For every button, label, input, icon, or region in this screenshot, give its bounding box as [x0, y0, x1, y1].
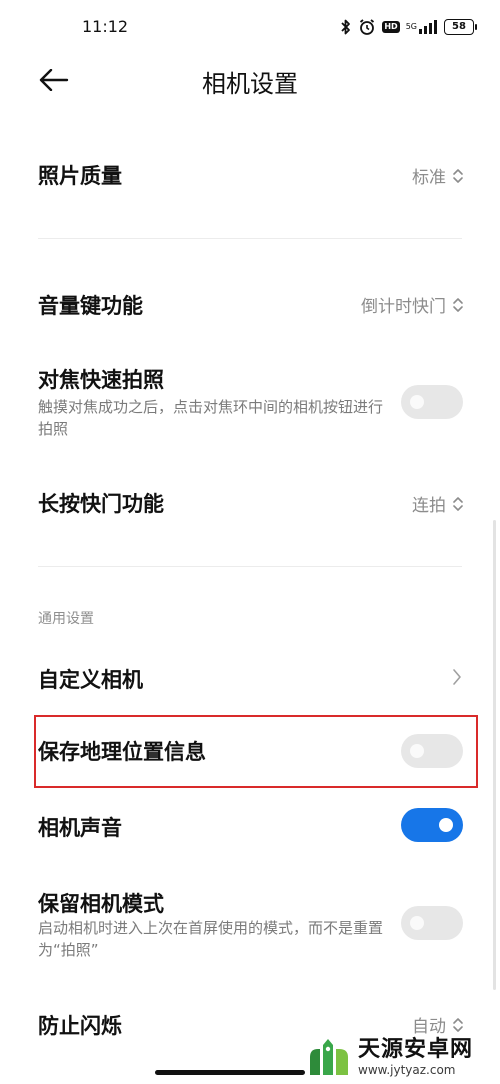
- status-icons: HD 5G 58: [340, 16, 477, 38]
- photo-quality-label: 照片质量: [38, 164, 122, 188]
- setting-keep-mode[interactable]: 保留相机模式 启动相机时进入上次在首屏使用的模式，而不是重置为“拍照”: [0, 884, 500, 974]
- focus-shoot-label: 对焦快速拍照: [38, 368, 164, 392]
- setting-long-press[interactable]: 长按快门功能 连拍: [0, 475, 500, 529]
- photo-quality-value[interactable]: 标准: [412, 163, 464, 188]
- home-indicator[interactable]: [155, 1070, 305, 1075]
- updown-chevron-icon: [452, 495, 464, 513]
- bluetooth-icon: [340, 16, 352, 38]
- keep-mode-toggle[interactable]: [401, 906, 463, 940]
- watermark-text: 天源安卓网 www.jytyaz.com: [358, 1037, 473, 1077]
- camera-sound-label: 相机声音: [38, 816, 122, 840]
- header: 相机设置: [0, 56, 500, 104]
- divider: [38, 566, 462, 567]
- section-title-general: 通用设置: [38, 611, 94, 627]
- keep-mode-label: 保留相机模式: [38, 892, 164, 916]
- updown-chevron-icon: [452, 167, 464, 185]
- status-bar: 11:12 HD 5G 58: [0, 0, 500, 56]
- network-type: 5G: [405, 22, 417, 31]
- toggle-knob: [410, 916, 424, 930]
- long-press-label: 长按快门功能: [38, 492, 164, 516]
- watermark-url: www.jytyaz.com: [358, 1063, 456, 1077]
- battery-icon: 58: [444, 16, 477, 38]
- toggle-knob: [439, 818, 453, 832]
- volume-key-value[interactable]: 倒计时快门: [361, 292, 464, 317]
- camera-settings-screen: 11:12 HD 5G 58 相机设置 照片质量 标准 音量键功能 倒计时快门 …: [0, 0, 500, 1084]
- volume-key-label: 音量键功能: [38, 294, 143, 318]
- long-press-value-text: 连拍: [412, 496, 446, 516]
- setting-photo-quality[interactable]: 照片质量 标准: [0, 148, 500, 202]
- watermark: 天源安卓网 www.jytyaz.com: [306, 1030, 500, 1084]
- setting-focus-shoot[interactable]: 对焦快速拍照 触摸对焦成功之后，点击对焦环中间的相机按钮进行拍照: [0, 360, 500, 450]
- setting-camera-sound[interactable]: 相机声音: [0, 800, 500, 854]
- keep-mode-desc: 启动相机时进入上次在首屏使用的模式，而不是重置为“拍照”: [38, 919, 384, 959]
- custom-camera-label: 自定义相机: [38, 668, 143, 692]
- alarm-icon: [358, 16, 376, 38]
- signal-icon: 5G: [406, 16, 438, 38]
- toggle-knob: [410, 395, 424, 409]
- battery-level: 58: [444, 19, 477, 35]
- updown-chevron-icon: [452, 296, 464, 314]
- divider: [38, 238, 462, 239]
- setting-volume-key[interactable]: 音量键功能 倒计时快门: [0, 276, 500, 330]
- watermark-name: 天源安卓网: [358, 1037, 474, 1062]
- photo-quality-value-text: 标准: [412, 168, 446, 188]
- highlight-box: [34, 715, 478, 788]
- long-press-value[interactable]: 连拍: [412, 491, 464, 516]
- anti-flicker-label: 防止闪烁: [38, 1014, 122, 1038]
- focus-shoot-desc: 触摸对焦成功之后，点击对焦环中间的相机按钮进行拍照: [38, 398, 384, 438]
- chevron-right-icon: [452, 668, 462, 686]
- scroll-indicator: [493, 520, 496, 990]
- volume-key-value-text: 倒计时快门: [361, 297, 446, 317]
- android-logo-icon: [306, 1035, 352, 1079]
- status-time: 11:12: [82, 17, 129, 36]
- focus-shoot-toggle[interactable]: [401, 385, 463, 419]
- page-title: 相机设置: [202, 70, 298, 98]
- camera-sound-toggle[interactable]: [401, 808, 463, 842]
- hd-icon: HD: [382, 21, 400, 33]
- setting-custom-camera[interactable]: 自定义相机: [0, 650, 500, 704]
